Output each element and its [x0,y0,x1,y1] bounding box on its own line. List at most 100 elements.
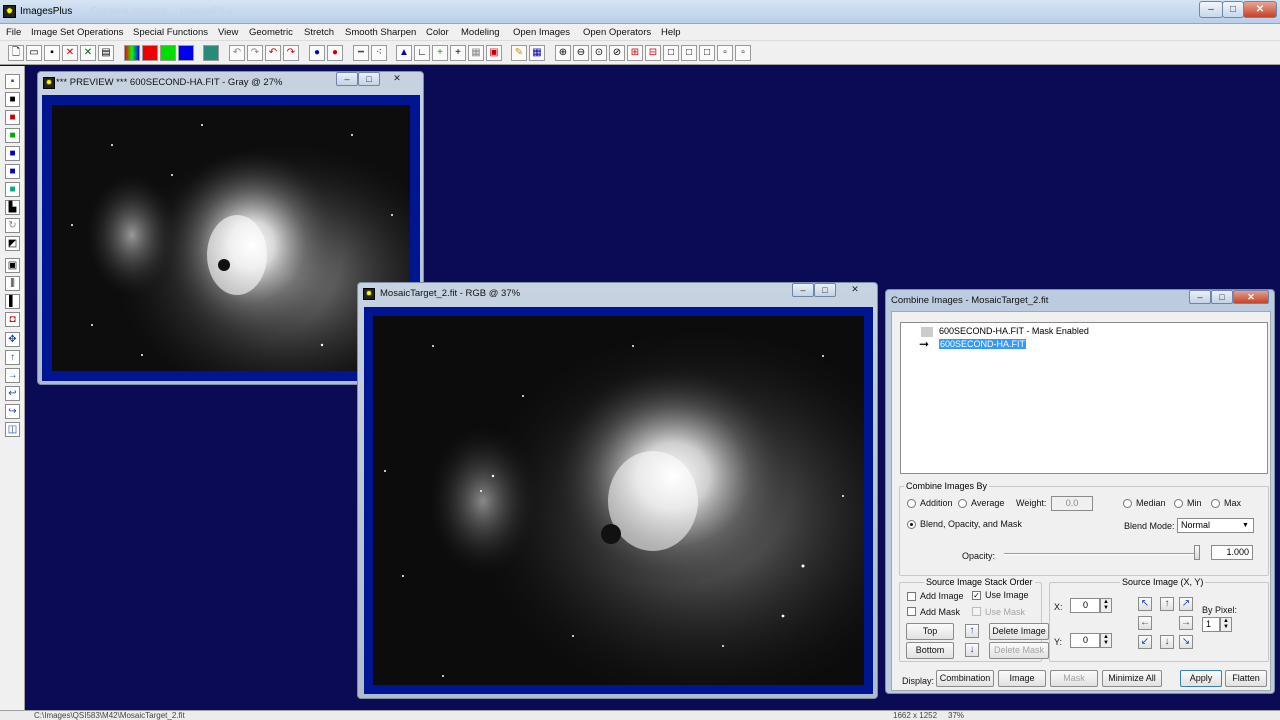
book-tool-icon[interactable]: ◫ [5,422,20,437]
up-left-arrow-icon[interactable]: ↖ [1138,597,1152,611]
rgb-channels-icon[interactable] [124,45,140,61]
new-file-icon[interactable]: 🗋 [8,45,24,61]
cross-icon[interactable]: + [450,45,466,61]
region-tool-icon[interactable]: ◘ [5,312,20,327]
frame-5-icon[interactable]: ▫ [735,45,751,61]
blue-swatch-icon[interactable]: ■ [5,146,20,161]
use-image-checkbox[interactable]: ✓ [972,591,981,600]
up-right-arrow-icon[interactable]: ↗ [1179,597,1193,611]
add-frame-icon[interactable]: ⊞ [627,45,643,61]
delete-image-button[interactable]: Delete Image [989,623,1049,640]
dialog-minimize-button[interactable]: – [1189,290,1211,304]
combination-button[interactable]: Combination [936,670,994,687]
flatten-button[interactable]: Flatten [1225,670,1267,687]
down-right-arrow-icon[interactable]: ↘ [1179,635,1193,649]
black-swatch-icon[interactable]: ■ [5,92,20,107]
menu-smooth-sharpen[interactable]: Smooth Sharpen [345,27,416,38]
close-all-icon[interactable]: ✕ [80,45,96,61]
right-arrow-tool-icon[interactable]: → [5,368,20,383]
tree-item-mask[interactable]: 600SECOND-HA.FIT - Mask Enabled [939,326,1089,336]
image-stack-tree[interactable]: 600SECOND-HA.FIT - Mask Enabled ➞ 600SEC… [900,322,1268,474]
mask-button[interactable]: Mask [1050,670,1098,687]
remove-frame-icon[interactable]: ⊟ [645,45,661,61]
move-tool-icon[interactable]: ✥ [5,332,20,347]
star-select-icon[interactable]: ● [327,45,343,61]
histogram-icon[interactable]: ▲ [396,45,412,61]
menu-geometric[interactable]: Geometric [249,27,293,38]
addition-radio[interactable] [907,499,916,508]
menu-color[interactable]: Color [426,27,449,38]
blue-channel-icon[interactable] [178,45,194,61]
curve-icon[interactable]: ∟ [414,45,430,61]
line-tool-icon[interactable]: ┅ [353,45,369,61]
bottom-button[interactable]: Bottom [906,642,954,659]
menu-special-functions[interactable]: Special Functions [133,27,208,38]
move-down-arrow-icon[interactable]: ↓ [965,643,979,657]
top-button[interactable]: Top [906,623,954,640]
mosaic-maximize-button[interactable]: □ [814,283,836,297]
minimize-button[interactable]: – [1199,1,1223,18]
pencil-icon[interactable]: ✎ [511,45,527,61]
frame-4-icon[interactable]: ▫ [717,45,733,61]
mosaic-nebula-image[interactable] [373,316,864,685]
menu-open-operators[interactable]: Open Operators [583,27,651,38]
opacity-slider-thumb[interactable] [1194,545,1200,560]
menu-help[interactable]: Help [661,27,681,38]
mono-swatch-icon[interactable]: ▙ [5,200,20,215]
y-field[interactable]: 0 [1070,633,1100,648]
zoom-actual-icon[interactable]: ⊘ [609,45,625,61]
apply-button[interactable]: Apply [1180,670,1222,687]
redo-icon[interactable]: ↷ [247,45,263,61]
menu-open-images[interactable]: Open Images [513,27,570,38]
red-channel-icon[interactable] [142,45,158,61]
black-bar-icon[interactable]: ▌ [5,294,20,309]
opacity-slider-track[interactable] [1004,553,1200,555]
mosaic-window[interactable]: ✹ MosaicTarget_2.fit - RGB @ 37% – □ ✕ [357,282,878,699]
rotate-tool-icon[interactable]: ↻ [5,218,20,233]
teal-swatch-icon[interactable]: ■ [5,182,20,197]
table-icon[interactable]: ▦ [529,45,545,61]
red-swatch-icon[interactable]: ■ [5,110,20,125]
close-image-icon[interactable]: ✕ [62,45,78,61]
add-image-checkbox[interactable] [907,592,916,601]
luminance-icon[interactable] [203,45,219,61]
save-icon[interactable]: ▪ [44,45,60,61]
menu-stretch[interactable]: Stretch [304,27,334,38]
preview-minimize-button[interactable]: – [336,72,358,86]
return-arrow-tool-icon[interactable]: ↩ [5,386,20,401]
weight-field[interactable]: 0.0 [1051,496,1093,511]
dialog-maximize-button[interactable]: □ [1211,290,1233,304]
open-folder-icon[interactable]: ▭ [26,45,42,61]
points-tool-icon[interactable]: ⁖ [371,45,387,61]
by-pixel-spinner[interactable]: ▲ ▼ [1220,617,1232,632]
min-radio[interactable] [1174,499,1183,508]
levels-tool-icon[interactable]: ⫼ [5,276,20,291]
preview-close-button[interactable]: ✕ [382,72,412,86]
star-tool-icon[interactable]: ● [309,45,325,61]
menu-modeling[interactable]: Modeling [461,27,500,38]
blend-mode-select[interactable]: Normal ▼ [1177,518,1254,533]
by-pixel-field[interactable]: 1 [1202,617,1220,632]
green-channel-icon[interactable] [160,45,176,61]
blue-alt-swatch-icon[interactable]: ■ [5,164,20,179]
up-arrow-tool-icon[interactable]: ↑ [5,350,20,365]
undo-all-icon[interactable]: ↶ [265,45,281,61]
loop-arrow-tool-icon[interactable]: ↪ [5,404,20,419]
zoom-fit-icon[interactable]: ⊙ [591,45,607,61]
redo-all-icon[interactable]: ↷ [283,45,299,61]
print-icon[interactable]: ▤ [98,45,114,61]
zoom-in-icon[interactable]: ⊕ [555,45,571,61]
select-tool-icon[interactable]: ▣ [5,258,20,273]
x-field[interactable]: 0 [1070,598,1100,613]
green-swatch-icon[interactable]: ■ [5,128,20,143]
y-spinner[interactable]: ▲ ▼ [1100,633,1112,648]
median-radio[interactable] [1123,499,1132,508]
grid-icon[interactable]: ▦ [468,45,484,61]
use-mask-checkbox[interactable] [972,607,981,616]
save-tool-icon[interactable]: ▪ [5,74,20,89]
menu-view[interactable]: View [218,27,238,38]
opacity-field[interactable]: 1.000 [1211,545,1253,560]
minimize-all-button[interactable]: Minimize All [1102,670,1162,687]
mosaic-close-button[interactable]: ✕ [838,283,872,297]
left-arrow-icon[interactable]: ← [1138,616,1152,630]
